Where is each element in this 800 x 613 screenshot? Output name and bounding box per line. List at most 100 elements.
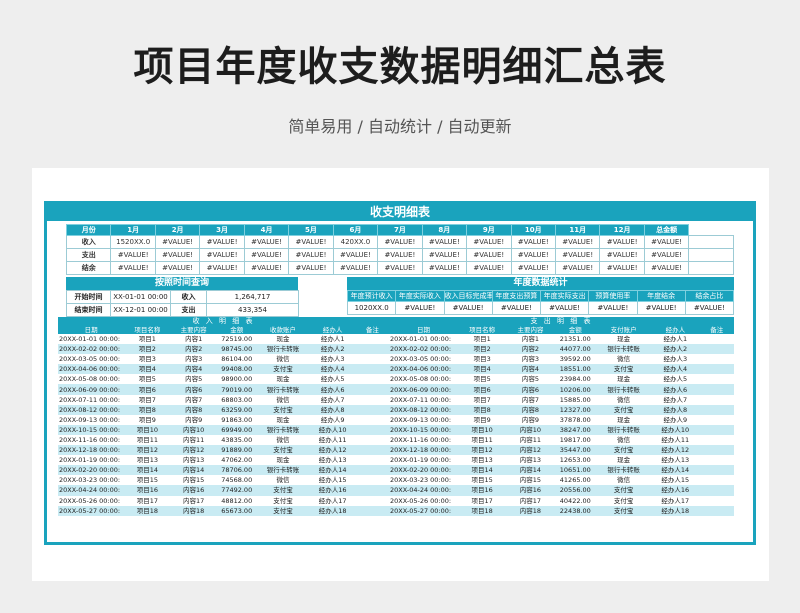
table-cell: 经办人16 (309, 485, 356, 496)
table-cell: 项目12 (458, 445, 507, 456)
query-panel-title: 按照时间查询 (66, 277, 298, 290)
table-cell: 47062.00 (216, 455, 257, 466)
table-cell: 内容10 (506, 424, 555, 435)
summary-cell: #VALUE! (154, 261, 201, 275)
table-row: 20XX-01-19 00:00: 项目13 内容13 47062.00 现金 经办人13 (58, 455, 389, 466)
table-cell (699, 455, 734, 466)
summary-row: 收入 1520XX.0 #VALUE! #VALUE! #VALUE! #VALUE! 42… (65, 235, 734, 249)
summary-cell: #VALUE! (599, 261, 645, 275)
expense-detail-title: 支 出 明 细 表 (389, 317, 734, 326)
table-cell: 内容15 (170, 475, 217, 486)
page-title: 项目年度收支数据明细汇总表 (133, 44, 667, 90)
detail-header-cell: 备注 (355, 326, 389, 334)
table-cell: 86104.00 (216, 354, 257, 365)
table-cell: 经办人12 (651, 445, 700, 456)
table-cell: 内容6 (170, 384, 217, 395)
detail-header-cell: 项目名称 (124, 326, 171, 334)
table-cell (699, 465, 734, 476)
table-cell: 项目4 (458, 364, 507, 375)
table-row: 20XX-11-16 00:00: 项目11 内容11 43835.00 微信 经办人11 (58, 434, 389, 446)
table-cell: 41265.00 (554, 475, 596, 486)
table-cell: 现金 (595, 334, 652, 345)
table-cell: 经办人4 (309, 364, 356, 375)
table-row: 20XX-02-20 00:00: 项目14 内容14 78706.00 银行卡转账 经办… (58, 465, 389, 476)
table-cell: 63259.00 (216, 404, 257, 415)
start-time-label: 开始时间 (66, 290, 111, 304)
table-cell: 内容8 (506, 404, 555, 415)
table-cell: 项目9 (124, 414, 171, 425)
table-cell: 21351.00 (554, 334, 596, 345)
table-cell (355, 505, 389, 516)
summary-cell: #VALUE! (377, 248, 423, 262)
end-time-field[interactable]: XX-12-01 00:00 (110, 303, 171, 317)
stats-value-cell: #VALUE! (395, 301, 445, 315)
summary-cell: #VALUE! (199, 248, 245, 262)
table-cell: 10206.00 (554, 384, 596, 395)
table-cell: 39592.00 (554, 354, 596, 365)
table-row: 20XX-07-11 00:00: 项目7 内容7 68803.00 微信 经办人7 (58, 394, 389, 405)
start-time-field[interactable]: XX-01-01 00:00 (110, 290, 171, 304)
table-cell: 20XX-02-02 00:00: (58, 344, 125, 355)
table-cell: 经办人2 (309, 344, 356, 355)
summary-header-cell: 5月 (288, 224, 334, 236)
table-cell: 银行卡转账 (256, 424, 310, 435)
summary-cell: #VALUE! (510, 235, 556, 249)
summary-cell: #VALUE! (243, 261, 290, 275)
summary-cell: #VALUE! (554, 248, 601, 262)
monthly-summary-table: 月份 1月 2月 3月 4月 5月 6月 7月 8月 9月 10月 11月 12月 总金额 收入 1520X… (65, 224, 734, 275)
table-cell: 支付宝 (595, 495, 652, 506)
query-income-label: 收入 (170, 290, 207, 304)
table-cell: 内容17 (506, 495, 555, 506)
table-cell: 20XX-05-27 00:00: (58, 505, 125, 516)
table-cell: 经办人1 (651, 334, 700, 345)
table-cell: 22438.00 (554, 505, 596, 516)
table-cell: 银行卡转账 (595, 424, 652, 435)
table-cell: 项目14 (124, 465, 171, 476)
query-income-value: 1,264,717 (206, 290, 299, 304)
table-cell: 经办人4 (651, 364, 700, 375)
table-cell: 现金 (256, 414, 310, 425)
table-cell: 68803.00 (216, 394, 257, 405)
table-cell: 项目2 (458, 344, 507, 355)
table-cell: 支付宝 (256, 495, 310, 506)
table-cell: 经办人13 (651, 455, 700, 466)
table-cell (699, 475, 734, 486)
table-cell: 35447.00 (554, 445, 596, 456)
table-cell: 内容1 (170, 334, 217, 345)
table-cell: 20XX-08-12 00:00: (58, 404, 125, 415)
table-cell: 项目11 (458, 434, 507, 446)
table-cell: 项目2 (124, 344, 171, 355)
table-cell: 79019.00 (216, 384, 257, 395)
table-cell (699, 505, 734, 516)
table-cell: 20XX-03-23 00:00: (58, 475, 125, 486)
summary-header-cell: 8月 (421, 224, 468, 236)
table-cell (699, 334, 734, 345)
table-cell: 99408.00 (216, 364, 257, 375)
table-cell: 经办人5 (309, 374, 356, 385)
table-cell: 经办人8 (309, 404, 356, 415)
table-cell: 69949.00 (216, 424, 257, 435)
table-cell: 现金 (256, 455, 310, 466)
stats-header-cell: 收入目标完成率 (443, 290, 493, 302)
table-cell: 项目15 (124, 475, 171, 486)
summary-cell: #VALUE! (110, 261, 156, 275)
table-cell: 98745.00 (216, 344, 257, 355)
table-cell: 10651.00 (554, 465, 596, 476)
table-cell (355, 374, 389, 385)
table-cell: 20XX-03-23 00:00: (389, 475, 458, 486)
table-cell: 内容17 (170, 495, 217, 506)
table-row: 20XX-02-02 00:00: 项目2 内容2 44077.00 银行卡转账 经办人2 (389, 344, 734, 355)
table-cell: 经办人5 (651, 374, 700, 385)
table-cell: 经办人13 (309, 455, 356, 466)
summary-header-cell: 12月 (599, 224, 645, 236)
table-cell (355, 334, 389, 345)
table-cell: 经办人9 (309, 414, 356, 425)
table-cell (355, 434, 389, 446)
table-cell: 内容12 (170, 445, 217, 456)
table-cell: 74568.00 (216, 475, 257, 486)
query-expense-value: 433,354 (206, 303, 299, 317)
table-cell: 支付宝 (256, 485, 310, 496)
table-cell (355, 495, 389, 506)
table-cell: 经办人3 (651, 354, 700, 365)
summary-cell: #VALUE! (243, 248, 290, 262)
